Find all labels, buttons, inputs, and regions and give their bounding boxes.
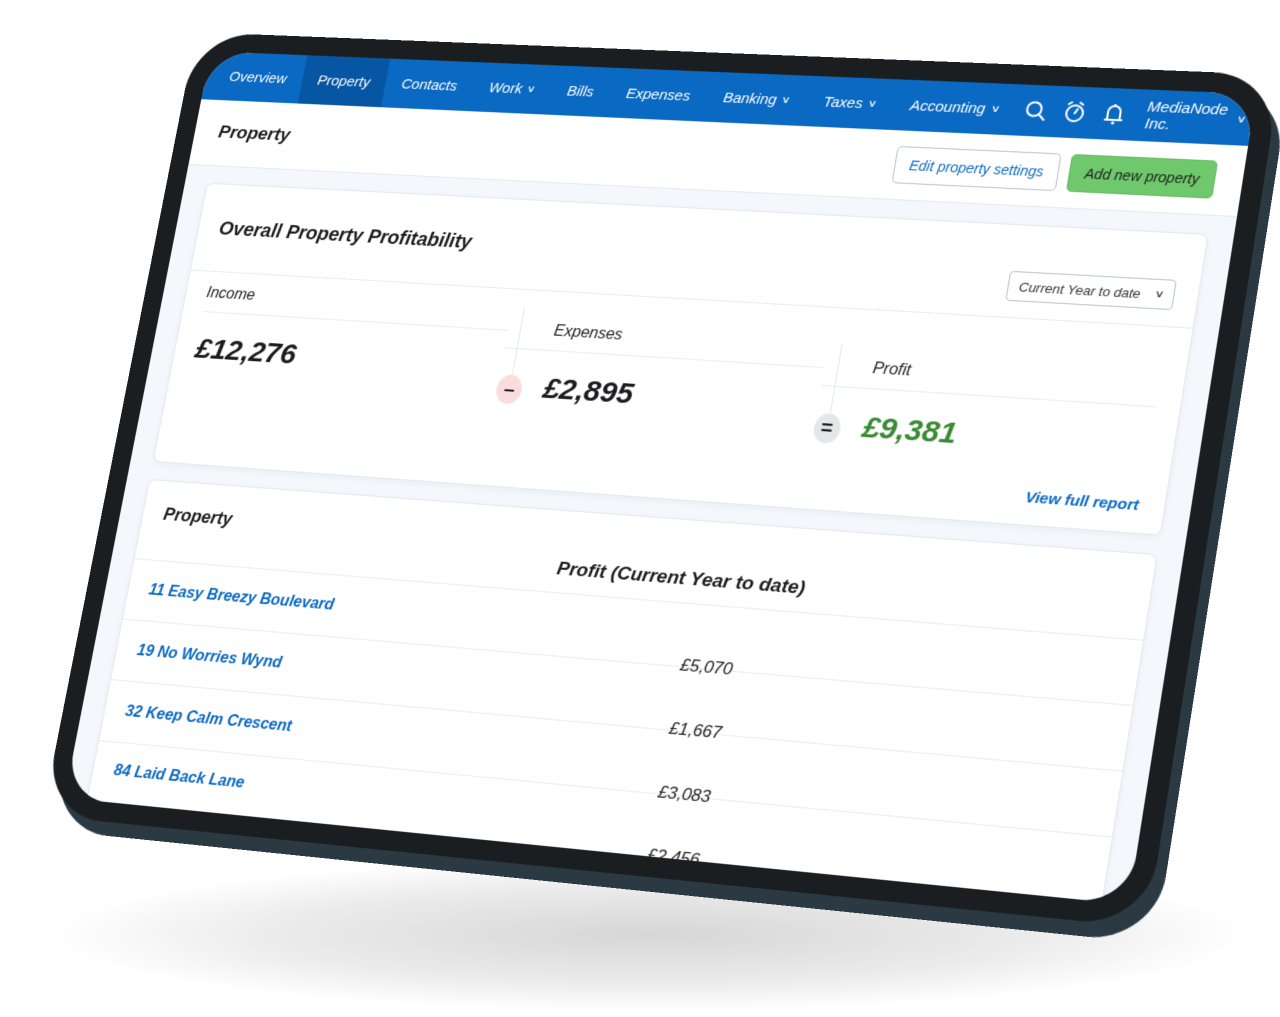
- nav-work[interactable]: Work ∨: [469, 62, 556, 114]
- expenses-metric: – Expenses £2,895: [490, 306, 832, 450]
- nav-label: Contacts: [400, 75, 459, 94]
- nav-label: Bills: [565, 82, 596, 100]
- nav-label: Overview: [228, 68, 289, 87]
- app-screen: Overview Property Contacts Work ∨ Bills E…: [64, 51, 1257, 905]
- nav-overview[interactable]: Overview: [201, 51, 306, 103]
- edit-property-settings-button[interactable]: Edit property settings: [891, 145, 1063, 192]
- chevron-down-icon: ∨: [1153, 288, 1165, 300]
- income-metric: Income £12,276: [185, 271, 516, 428]
- chevron-down-icon: ∨: [866, 98, 879, 110]
- column-header-profit: Profit (Current Year to date): [555, 558, 807, 599]
- account-name: MediaNode Inc.: [1143, 98, 1230, 134]
- period-select[interactable]: Current Year to date ∨: [1005, 270, 1177, 311]
- tablet-frame: Overview Property Contacts Work ∨ Bills E…: [42, 32, 1280, 928]
- search-icon[interactable]: [1022, 95, 1049, 125]
- nav-contacts[interactable]: Contacts: [381, 59, 477, 112]
- nav-bills[interactable]: Bills: [547, 65, 615, 117]
- nav-accounting[interactable]: Accounting ∨: [889, 79, 1021, 135]
- chevron-down-icon: ∨: [525, 83, 537, 95]
- bell-icon[interactable]: [1100, 99, 1128, 130]
- chevron-down-icon: ∨: [1235, 113, 1247, 126]
- property-table: Property Profit (Current Year to date) 1…: [77, 478, 1158, 905]
- profitability-card: Overall Property Profitability Current Y…: [152, 182, 1209, 536]
- account-menu[interactable]: MediaNode Inc. ∨: [1144, 99, 1248, 137]
- nav-label: Expenses: [624, 85, 692, 105]
- page-title: Property: [216, 122, 292, 146]
- nav-property[interactable]: Property: [297, 55, 391, 108]
- nav-label: Taxes: [822, 93, 865, 112]
- profitability-title: Overall Property Profitability: [217, 217, 474, 253]
- property-profit: £2,456: [645, 845, 702, 870]
- nav-taxes[interactable]: Taxes ∨: [802, 76, 897, 130]
- nav-label: Banking: [721, 89, 779, 108]
- add-new-property-button[interactable]: Add new property: [1066, 153, 1219, 199]
- period-select-value: Current Year to date: [1017, 278, 1142, 301]
- chevron-down-icon: ∨: [780, 94, 792, 106]
- timer-icon[interactable]: [1061, 97, 1089, 128]
- nav-banking[interactable]: Banking ∨: [702, 72, 811, 126]
- nav-label: Accounting: [908, 97, 987, 117]
- nav-label: Work: [487, 79, 524, 97]
- scene: Overview Property Contacts Work ∨ Bills E…: [0, 0, 1280, 1017]
- nav-expenses[interactable]: Expenses: [606, 68, 712, 122]
- profit-metric: = Profit £9,381: [810, 343, 1164, 472]
- chevron-down-icon: ∨: [989, 103, 1001, 115]
- nav-label: Property: [316, 72, 372, 91]
